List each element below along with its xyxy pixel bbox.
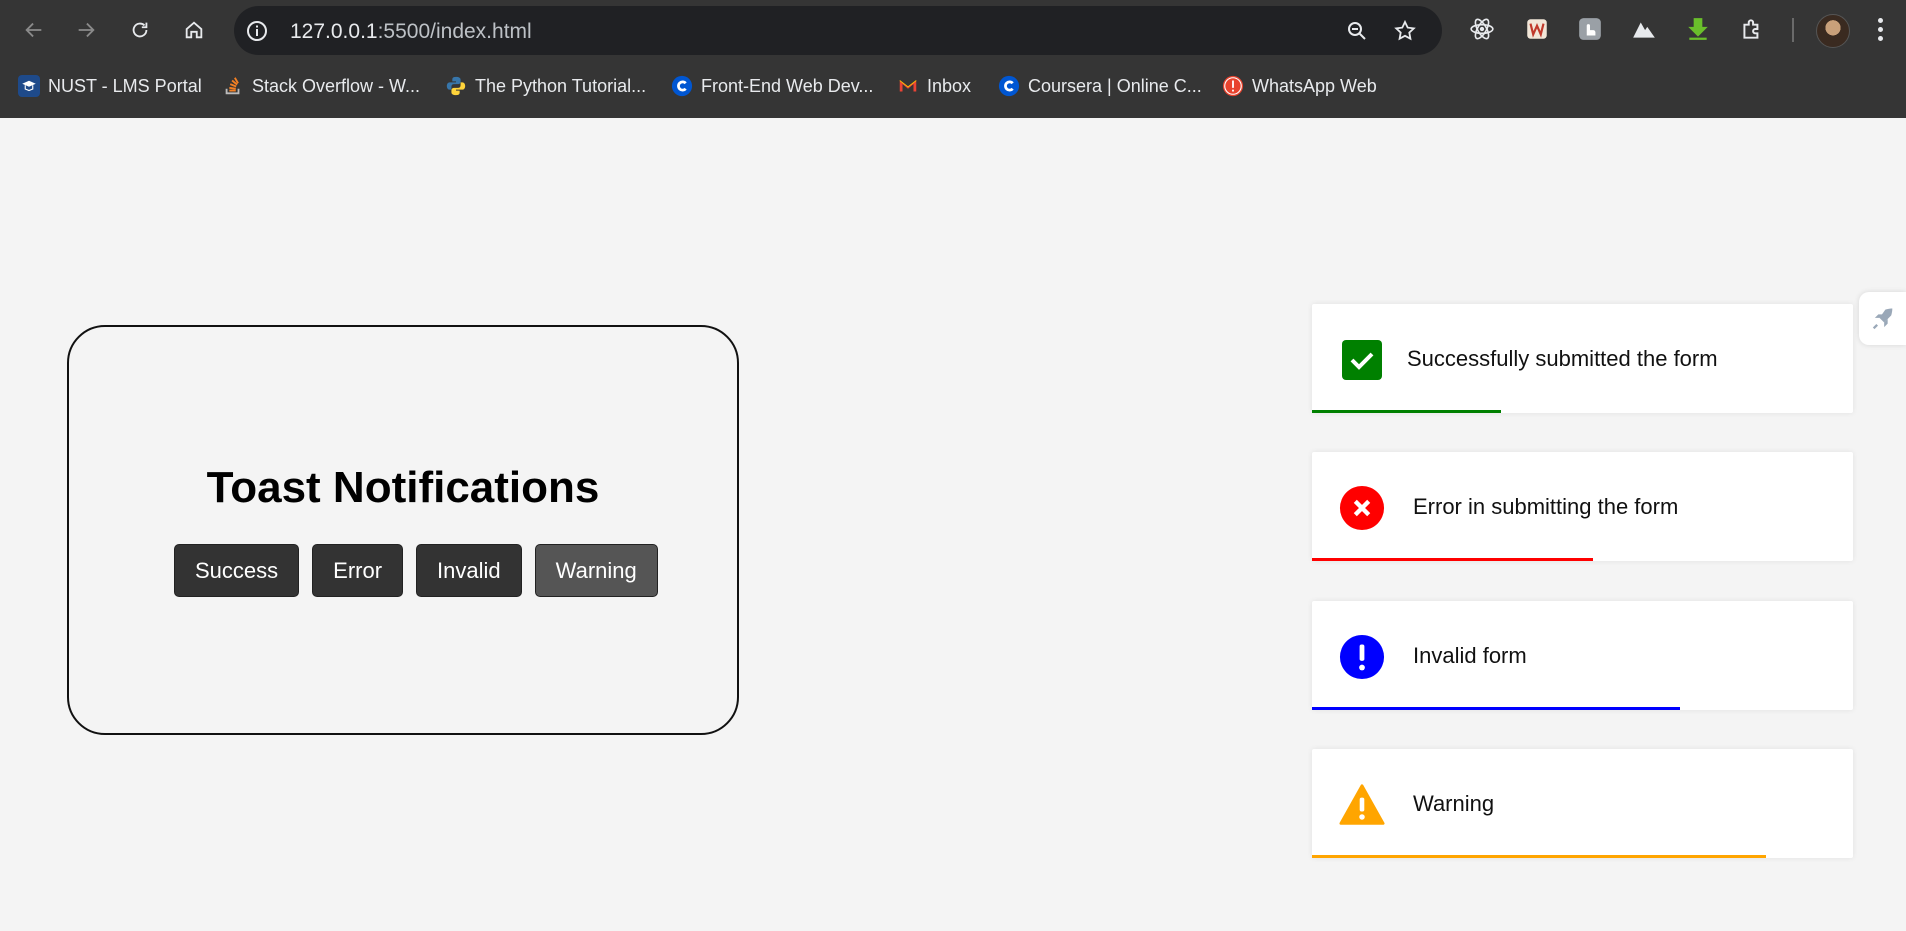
whatsapp-alert-icon bbox=[1222, 75, 1244, 97]
toast-button-row: Success Error Invalid Warning bbox=[174, 544, 671, 597]
site-info-icon[interactable] bbox=[244, 18, 270, 44]
url-host: 127.0.0.1 bbox=[290, 20, 378, 43]
download-manager-icon[interactable] bbox=[1683, 14, 1713, 44]
bookmark-coursera[interactable]: Coursera | Online C... bbox=[998, 72, 1202, 100]
toast-progress bbox=[1312, 410, 1502, 413]
react-devtools-icon[interactable] bbox=[1467, 14, 1497, 44]
stackoverflow-icon bbox=[222, 75, 244, 97]
forward-button[interactable] bbox=[68, 12, 104, 48]
toast-demo-card: Toast Notifications Success Error Invali… bbox=[67, 325, 739, 735]
toast-message: Warning bbox=[1413, 791, 1495, 816]
extension-hand-icon[interactable] bbox=[1575, 14, 1605, 44]
toast-warning: Warning bbox=[1312, 749, 1853, 858]
bookmark-label: Stack Overflow - W... bbox=[252, 75, 421, 96]
error-circle-icon bbox=[1339, 485, 1385, 531]
bookmark-label: Front-End Web Dev... bbox=[701, 75, 874, 96]
success-button[interactable]: Success bbox=[174, 544, 300, 597]
menu-dots-icon[interactable] bbox=[1872, 16, 1888, 44]
toast-success: Successfully submitted the form bbox=[1312, 304, 1853, 413]
toast-progress bbox=[1312, 558, 1594, 561]
gmail-icon bbox=[897, 75, 919, 97]
toast-invalid: Invalid form bbox=[1312, 601, 1853, 710]
page-title: Toast Notifications bbox=[206, 463, 600, 512]
bookmark-stackoverflow[interactable]: Stack Overflow - W... bbox=[222, 72, 420, 100]
bookmark-label: NUST - LMS Portal bbox=[48, 75, 202, 96]
invalid-button[interactable]: Invalid bbox=[416, 544, 522, 597]
url-text[interactable]: 127.0.0.1:5500/index.html bbox=[290, 20, 532, 44]
python-icon bbox=[445, 75, 467, 97]
error-button[interactable]: Error bbox=[312, 544, 404, 597]
bookmark-whatsapp[interactable]: WhatsApp Web bbox=[1222, 72, 1377, 100]
bookmark-frontend[interactable]: Front-End Web Dev... bbox=[671, 72, 873, 100]
bookmark-nust[interactable]: NUST - LMS Portal bbox=[18, 72, 202, 100]
side-panel-tab[interactable] bbox=[1859, 292, 1906, 345]
home-button[interactable] bbox=[176, 12, 212, 48]
check-icon bbox=[1339, 337, 1385, 383]
extension-mountain-icon[interactable] bbox=[1629, 14, 1659, 44]
extensions-puzzle-icon[interactable] bbox=[1737, 14, 1767, 44]
toast-error: Error in submitting the form bbox=[1312, 452, 1853, 561]
arrow-left-icon bbox=[25, 22, 42, 38]
bookmark-label: The Python Tutorial... bbox=[475, 75, 647, 96]
rocket-icon bbox=[1872, 308, 1892, 329]
bookmark-label: Coursera | Online C... bbox=[1028, 75, 1202, 96]
profile-avatar[interactable] bbox=[1816, 14, 1850, 48]
nust-icon bbox=[18, 75, 40, 97]
back-button[interactable] bbox=[16, 12, 52, 48]
arrow-right-icon bbox=[78, 22, 95, 38]
toast-message: Successfully submitted the form bbox=[1407, 346, 1718, 371]
warning-button[interactable]: Warning bbox=[534, 544, 658, 597]
toast-message: Error in submitting the form bbox=[1413, 494, 1679, 519]
zoom-icon[interactable] bbox=[1344, 18, 1370, 44]
toast-message: Invalid form bbox=[1413, 643, 1527, 668]
home-icon bbox=[185, 21, 203, 39]
toast-progress bbox=[1312, 855, 1767, 858]
browser-chrome: 127.0.0.1:5500/index.html NUST - LMS Por… bbox=[0, 0, 1906, 118]
bookmark-inbox[interactable]: Inbox bbox=[897, 72, 971, 100]
bookmark-label: Inbox bbox=[927, 75, 972, 96]
address-bar[interactable]: 127.0.0.1:5500/index.html bbox=[234, 6, 1442, 55]
reload-button[interactable] bbox=[122, 12, 158, 48]
bookmark-label: WhatsApp Web bbox=[1252, 75, 1377, 96]
exclamation-circle-icon bbox=[1339, 634, 1385, 680]
reload-icon bbox=[132, 22, 148, 38]
coursera-icon bbox=[998, 75, 1020, 97]
toolbar-separator bbox=[1792, 18, 1794, 42]
warning-triangle-icon bbox=[1339, 782, 1385, 828]
bookmark-star-icon[interactable] bbox=[1392, 18, 1418, 44]
extension-w-icon[interactable] bbox=[1522, 14, 1552, 44]
coursera-icon bbox=[671, 75, 693, 97]
url-path: :5500/index.html bbox=[377, 20, 532, 43]
bookmark-python[interactable]: The Python Tutorial... bbox=[445, 72, 646, 100]
bookmarks-bar: NUST - LMS Portal Stack Overflow - W... … bbox=[0, 72, 1906, 100]
toast-progress bbox=[1312, 707, 1680, 710]
